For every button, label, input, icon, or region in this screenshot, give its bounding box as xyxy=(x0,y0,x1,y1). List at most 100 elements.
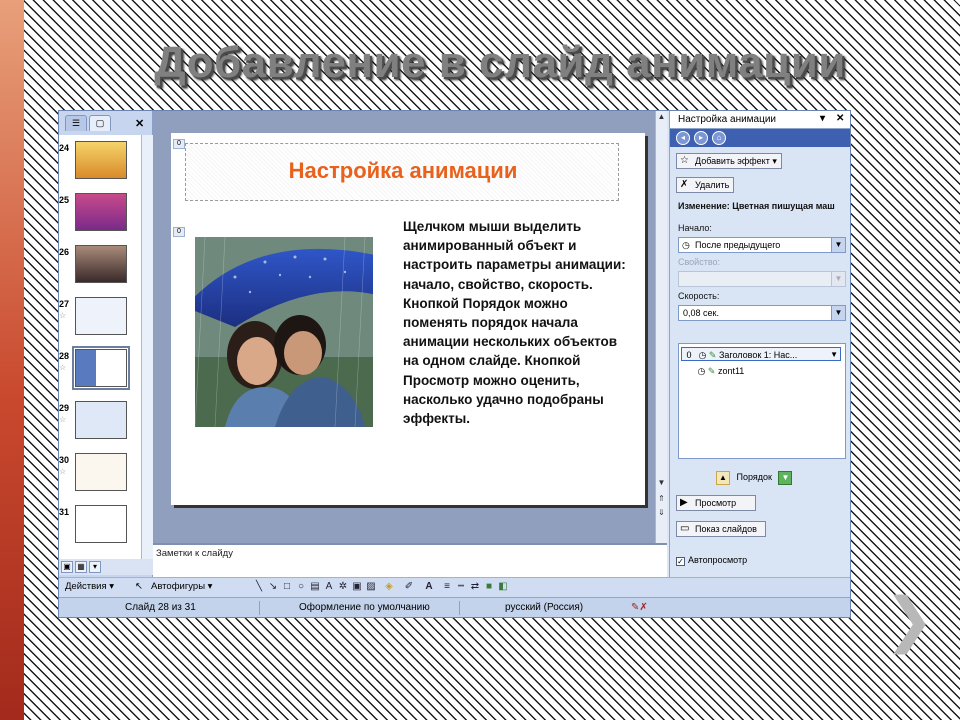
select-pointer-icon[interactable]: ↖ xyxy=(135,581,143,592)
thumbnail-scrollbar[interactable] xyxy=(141,135,153,575)
clock-icon: ◷ xyxy=(698,350,707,360)
next-slide-arrow[interactable]: ❯ xyxy=(884,590,934,650)
slide-canvas[interactable]: Настройка анимации 0 0 Щелчком мыши выде… xyxy=(171,133,645,505)
line-style-icon[interactable]: ≡ xyxy=(441,581,453,593)
add-effect-button[interactable]: ☆ Добавить эффект ▾ xyxy=(676,153,782,169)
scroll-down-icon[interactable]: ▼ xyxy=(656,477,667,489)
home-icon[interactable]: ⌂ xyxy=(712,131,726,145)
tab-outline[interactable]: ☰ xyxy=(65,115,87,131)
animation-star-icon: ☆ xyxy=(59,415,67,424)
rectangle-icon[interactable]: □ xyxy=(281,581,293,593)
animation-name: zont11 xyxy=(717,366,745,376)
thumbnail-number: 26 xyxy=(59,247,70,257)
status-slide-count: Слайд 28 из 31 xyxy=(125,602,196,613)
speed-value: 0,08 сек. xyxy=(683,308,719,318)
order-label: Порядок xyxy=(736,472,772,482)
oval-icon[interactable]: ○ xyxy=(295,581,307,593)
line-color-icon[interactable]: ✐ xyxy=(403,581,415,593)
autoshapes-menu[interactable]: Автофигуры ▾ xyxy=(151,581,212,592)
remove-icon: ✗ xyxy=(680,179,689,190)
preview-button[interactable]: ▶ Просмотр xyxy=(676,495,756,511)
clock-icon: ◷ xyxy=(697,366,706,376)
list-item[interactable]: 0 ◷ ✎ Заголовок 1: Нас... ▼ xyxy=(681,347,841,361)
next-slide-icon[interactable]: ⇓ xyxy=(656,507,667,519)
slideshow-view-icon[interactable]: ▾ xyxy=(89,561,101,573)
task-pane-menu-icon[interactable]: ▾ xyxy=(820,113,825,124)
effect-change-label: Изменение: Цветная пишущая маш xyxy=(678,201,835,211)
close-icon[interactable]: ✕ xyxy=(135,117,144,130)
shadow-icon[interactable]: ■ xyxy=(483,581,495,593)
font-color-icon[interactable]: A xyxy=(423,581,435,593)
wordart-icon[interactable]: A xyxy=(323,581,335,593)
scroll-up-icon[interactable]: ▲ xyxy=(656,111,667,123)
tab-slides[interactable]: ▢ xyxy=(89,115,111,131)
animation-order-tag[interactable]: 0 xyxy=(173,139,185,149)
status-separator xyxy=(459,601,460,615)
start-label: Начало: xyxy=(678,223,712,233)
normal-view-icon[interactable]: ▣ xyxy=(61,561,73,573)
status-language: русский (Россия) xyxy=(505,602,584,613)
move-down-icon[interactable]: ▼ xyxy=(778,471,793,485)
umbrella-couple-photo[interactable] xyxy=(195,237,373,427)
thumbnail-number: 27 xyxy=(59,299,70,309)
animation-order-tag[interactable]: 0 xyxy=(173,227,185,237)
thumbnail-number: 30 xyxy=(59,455,70,465)
arrow-style-icon[interactable]: ⇄ xyxy=(469,581,481,593)
thumbnail-image xyxy=(75,245,127,283)
notes-placeholder: Заметки к слайду xyxy=(156,548,233,559)
chevron-down-icon[interactable]: ▼ xyxy=(830,348,838,362)
speed-dropdown[interactable]: 0,08 сек. ▼ xyxy=(678,305,846,321)
move-up-icon[interactable]: ▲ xyxy=(716,471,730,485)
diagram-icon[interactable]: ✲ xyxy=(337,581,349,593)
decorative-side-band xyxy=(0,0,24,720)
slideshow-button[interactable]: ▭ Показ слайдов xyxy=(676,521,766,537)
animation-list: 0 ◷ ✎ Заголовок 1: Нас... ▼ ◷ ✎ zont11 xyxy=(678,343,846,459)
dash-style-icon[interactable]: ┅ xyxy=(455,581,467,593)
remove-button[interactable]: ✗ Удалить xyxy=(676,177,735,193)
notes-pane[interactable]: Заметки к слайду xyxy=(153,543,667,577)
property-dropdown: ▼ xyxy=(678,271,846,287)
drawing-toolbar: Действия ▾ ↖ Автофигуры ▾ ╲ ↘ □ ○ ▤ A ✲ … xyxy=(59,577,850,597)
title-placeholder[interactable]: Настройка анимации xyxy=(185,143,619,201)
thumbnail-image xyxy=(75,453,127,491)
status-bar: Слайд 28 из 31 Оформление по умолчанию р… xyxy=(59,597,850,617)
arrow-icon[interactable]: ↘ xyxy=(267,581,279,593)
thumbnail-slide-24[interactable]: 24 xyxy=(59,141,141,185)
star-icon: ☆ xyxy=(680,155,689,166)
thumbnail-slide-30[interactable]: 30 ☆ xyxy=(59,453,141,497)
autopreview-checkbox[interactable]: ✓ Автопросмотр xyxy=(676,555,747,566)
thumbnail-slide-26[interactable]: 26 xyxy=(59,245,141,289)
textbox-icon[interactable]: ▤ xyxy=(309,581,321,593)
animation-star-icon: ☆ xyxy=(59,467,67,476)
thumbnail-number: 29 xyxy=(59,403,70,413)
thumbnail-slide-27[interactable]: 27 ☆ xyxy=(59,297,141,341)
thumbnail-slide-28[interactable]: 28 ☆ xyxy=(59,346,141,393)
thumbnail-image xyxy=(75,141,127,179)
previous-slide-icon[interactable]: ⇑ xyxy=(656,493,667,505)
fill-color-icon[interactable]: ◈ xyxy=(383,581,395,593)
thumbnail-slide-25[interactable]: 25 xyxy=(59,193,141,237)
3d-style-icon[interactable]: ◧ xyxy=(497,581,509,593)
editor-vertical-scrollbar[interactable]: ▲ ▼ ⇑ ⇓ xyxy=(655,111,667,543)
task-pane-title: Настройка анимации xyxy=(678,114,777,125)
clock-icon: ◷ xyxy=(682,240,690,250)
clipart-icon[interactable]: ▣ xyxy=(351,581,363,593)
thumbnail-number: 24 xyxy=(59,143,70,153)
close-icon[interactable]: ✕ xyxy=(836,113,844,124)
slide-body-text[interactable]: Щелчком мыши выделить анимированный объе… xyxy=(403,217,633,428)
picture-icon[interactable]: ▨ xyxy=(365,581,377,593)
back-icon[interactable]: ◂ xyxy=(676,131,690,145)
thumbnail-slide-29[interactable]: 29 ☆ xyxy=(59,401,141,445)
start-dropdown[interactable]: ◷ После предыдущего ▼ xyxy=(678,237,846,253)
thumbnail-slide-31[interactable]: 31 xyxy=(59,505,141,549)
actions-label: Действия xyxy=(65,581,107,592)
sorter-view-icon[interactable]: ▦ xyxy=(75,561,87,573)
thumbnail-image xyxy=(75,297,127,335)
line-icon[interactable]: ╲ xyxy=(253,581,265,593)
thumbnail-number: 31 xyxy=(59,507,70,517)
spelling-status-icon[interactable]: ✎✗ xyxy=(631,602,648,613)
forward-icon[interactable]: ▸ xyxy=(694,131,708,145)
actions-menu[interactable]: Действия ▾ xyxy=(65,581,114,592)
list-item[interactable]: ◷ ✎ zont11 xyxy=(681,364,841,378)
task-pane-header: Настройка анимации ▾ ✕ xyxy=(670,111,850,129)
